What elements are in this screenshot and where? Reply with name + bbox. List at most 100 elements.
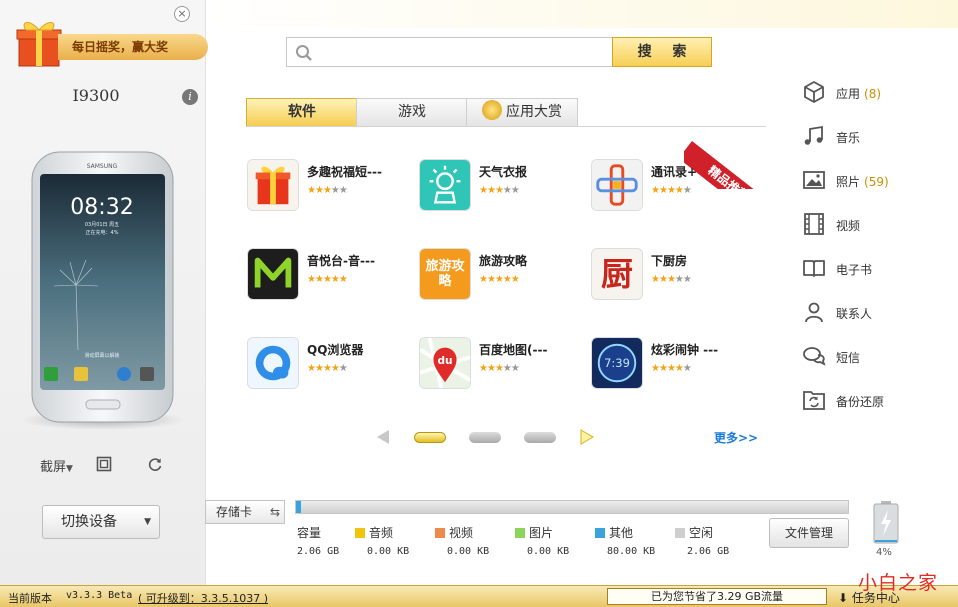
rating-stars: ★★★★★ xyxy=(651,363,692,374)
nav-ebooks[interactable]: 电子书 xyxy=(800,252,940,284)
baidu-map-app-icon: du xyxy=(419,337,471,389)
app-item[interactable]: 7:39 炫彩闹钟 --- ★★★★★ xyxy=(591,337,761,393)
gift-card-app-icon xyxy=(247,159,299,211)
travel-guide-app-icon: 旅游攻略 xyxy=(419,248,471,300)
phone-brand: SAMSUNG xyxy=(87,163,118,170)
cube-icon xyxy=(804,81,824,103)
page-dot-3[interactable] xyxy=(524,432,556,443)
version-number: v3.3.3 Beta xyxy=(66,590,133,601)
download-icon: ⬇ xyxy=(838,591,849,605)
battery-icon xyxy=(873,501,899,544)
rating-stars: ★★★★★ xyxy=(307,274,348,285)
fullscreen-icon[interactable] xyxy=(96,456,112,472)
tab-app-awards[interactable]: 应用大赏 xyxy=(466,98,578,126)
search-box[interactable] xyxy=(286,37,614,67)
device-panel: 每日摇奖，赢大奖 × I9300 i SAMSUNG 08:32 03月01日 … xyxy=(0,0,208,585)
backup-folder-icon xyxy=(803,391,825,410)
rating-stars: ★★★★★ xyxy=(651,274,692,285)
person-icon xyxy=(805,302,823,323)
traffic-saved-notice: 已为您节省了3.29 GB流量 xyxy=(607,588,827,605)
svg-text:7:39: 7:39 xyxy=(604,356,630,370)
size-free: 2.06 GB xyxy=(687,546,730,557)
app-item[interactable]: du 百度地图(--- ★★★★★ xyxy=(419,337,589,393)
tab-games[interactable]: 游戏 xyxy=(356,98,468,126)
contacts-app-icon xyxy=(591,159,643,211)
nav-backup-restore[interactable]: 备份还原 xyxy=(800,384,940,416)
svg-text:du: du xyxy=(437,355,452,367)
app-item[interactable]: 音悦台-音--- ★★★★★ xyxy=(247,248,417,304)
search-input[interactable] xyxy=(319,40,609,64)
rating-stars: ★★★★★ xyxy=(479,185,520,196)
search-icon xyxy=(296,45,312,61)
alarm-clock-app-icon: 7:39 xyxy=(591,337,643,389)
info-icon[interactable]: i xyxy=(182,89,198,105)
storage-selector[interactable]: 存储卡 ⇆ xyxy=(205,500,285,524)
top-bar xyxy=(206,0,958,28)
refresh-icon[interactable] xyxy=(147,456,163,472)
qq-browser-app-icon xyxy=(247,337,299,389)
next-page-icon[interactable] xyxy=(580,429,594,445)
book-icon xyxy=(803,260,825,277)
legend-images: 图片 xyxy=(515,524,553,541)
promo-text: 每日摇奖，赢大奖 xyxy=(58,34,208,60)
version-label: 当前版本 xyxy=(8,592,52,605)
medal-icon xyxy=(482,100,502,120)
gift-box-icon xyxy=(16,22,62,67)
watermark: 小白之家 xyxy=(858,572,939,594)
screenshot-button[interactable]: 截屏▼ xyxy=(40,456,73,475)
legend-other: 其他 xyxy=(595,524,633,541)
legend-free: 空闲 xyxy=(675,524,713,541)
close-icon[interactable]: × xyxy=(174,6,190,22)
search-button[interactable]: 搜 索 xyxy=(612,37,712,67)
app-item[interactable]: 通讯录+ ★★★★★ xyxy=(591,159,761,215)
film-icon xyxy=(804,213,824,235)
nav-apps[interactable]: 应用 (8) xyxy=(800,76,940,108)
switch-device-button[interactable]: 切换设备 ▼ xyxy=(42,505,160,539)
size-other: 80.00 KB xyxy=(607,546,656,557)
nav-contacts[interactable]: 联系人 xyxy=(800,296,940,328)
storage-used-fill xyxy=(296,501,301,513)
legend-audio: 音频 xyxy=(355,524,393,541)
nav-video[interactable]: 视频 xyxy=(800,208,940,240)
tab-software[interactable]: 软件 xyxy=(246,98,358,126)
phone-clock: 08:32 xyxy=(70,195,133,220)
more-link[interactable]: 更多>> xyxy=(714,429,758,446)
phone-unlock-hint: 滑动屏幕以解锁 xyxy=(84,352,119,359)
nav-music[interactable]: 音乐 xyxy=(800,120,940,152)
page-dot-2[interactable] xyxy=(469,432,501,443)
size-video: 0.00 KB xyxy=(447,546,490,557)
phone-image: SAMSUNG 08:32 03月01日 周五 正在充电：4% 滑动屏幕以解锁 xyxy=(31,151,174,423)
size-audio: 0.00 KB xyxy=(367,546,410,557)
rating-stars: ★★★★★ xyxy=(651,185,692,196)
status-bar: 当前版本 v3.3.3 Beta ( 可升级到：3.3.5.1037 ) 已为您… xyxy=(0,585,958,607)
chat-bubbles-icon xyxy=(803,347,826,366)
app-item[interactable]: 多趣祝福短--- ★★★★★ xyxy=(247,159,417,215)
upgrade-link[interactable]: ( 可升级到：3.3.5.1037 ) xyxy=(138,590,268,606)
size-images: 0.00 KB xyxy=(527,546,570,557)
device-name: I9300 xyxy=(72,86,120,105)
chevron-down-icon: ▼ xyxy=(144,517,151,527)
daily-lottery-banner[interactable]: 每日摇奖，赢大奖 xyxy=(10,10,208,70)
capacity-label: 容量 xyxy=(297,526,322,540)
previous-page-icon[interactable] xyxy=(376,429,390,445)
rating-stars: ★★★★★ xyxy=(307,363,348,374)
nav-photos[interactable]: 照片 (59) xyxy=(800,164,940,196)
capacity-value: 2.06 GB xyxy=(297,546,340,557)
file-manager-button[interactable]: 文件管理 xyxy=(769,518,849,548)
app-item[interactable]: 厨 下厨房 ★★★★★ xyxy=(591,248,761,304)
legend-video: 视频 xyxy=(435,524,473,541)
kitchen-app-icon: 厨 xyxy=(591,248,643,300)
music-note-icon xyxy=(804,125,823,145)
music-video-app-icon xyxy=(247,248,299,300)
rating-stars: ★★★★★ xyxy=(479,274,520,285)
weather-app-icon xyxy=(419,159,471,211)
page-dot-1[interactable] xyxy=(414,432,446,443)
phone-date: 03月01日 周五 xyxy=(85,222,119,228)
battery-percent: 4% xyxy=(876,547,892,558)
app-item[interactable]: QQ浏览器 ★★★★★ xyxy=(247,337,417,393)
rating-stars: ★★★★★ xyxy=(479,363,520,374)
app-item[interactable]: 旅游攻略 旅游攻略 ★★★★★ xyxy=(419,248,589,304)
phone-charging: 正在充电：4% xyxy=(86,229,119,236)
nav-sms[interactable]: 短信 xyxy=(800,340,940,372)
app-item[interactable]: 天气衣报 ★★★★★ xyxy=(419,159,589,215)
